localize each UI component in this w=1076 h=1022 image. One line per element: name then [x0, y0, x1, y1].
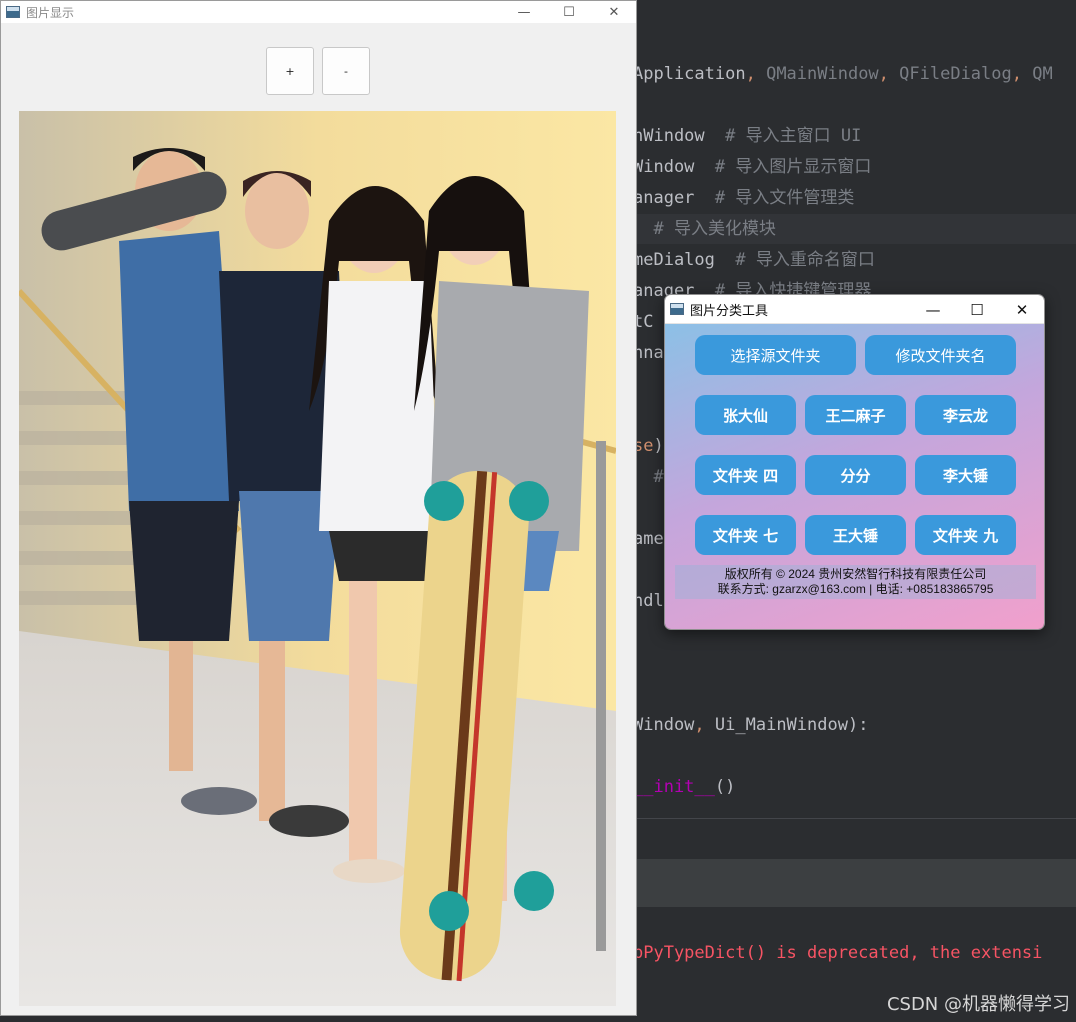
code-token: QFileDialog	[899, 64, 1012, 84]
image-viewer-window: 图片显示 — ☐ ✕ + -	[0, 0, 637, 1016]
code-token: QMainWindow	[766, 64, 879, 84]
code-token: # 导入美化模块	[633, 219, 776, 239]
zoom-in-button[interactable]: +	[266, 47, 314, 95]
classifier-tool-window: 图片分类工具 — ☐ ✕ 选择源文件夹 修改文件夹名 张大仙 王二麻子 李云龙 …	[664, 294, 1045, 630]
maximize-icon[interactable]: ☐	[546, 1, 592, 23]
code-token: # 导入重命名窗口	[714, 250, 875, 270]
code-line: meDialog # 导入重命名窗口	[633, 248, 875, 272]
tool-body: 选择源文件夹 修改文件夹名 张大仙 王二麻子 李云龙 文件夹 四 分分 李大锤 …	[665, 324, 1044, 629]
tool-title: 图片分类工具	[690, 303, 769, 319]
minimize-icon[interactable]: —	[501, 1, 547, 23]
code-line: Window # 导入图片显示窗口	[633, 155, 871, 179]
displayed-photo	[19, 111, 616, 1006]
code-token: ,	[694, 715, 715, 735]
code-token: ,	[878, 64, 900, 84]
folder-button-1[interactable]: 张大仙	[695, 395, 796, 435]
code-token: # 导入图片显示窗口	[694, 157, 872, 177]
rename-folder-button[interactable]: 修改文件夹名	[865, 335, 1016, 375]
code-line: #	[633, 465, 664, 489]
folder-button-6[interactable]: 李大锤	[915, 455, 1016, 495]
code-line: pPyTypeDict() is deprecated, the extensi	[633, 941, 1042, 965]
code-token: ndl	[633, 591, 664, 611]
tool-app-icon	[670, 303, 684, 315]
code-token: Ui_MainWindow	[714, 715, 848, 735]
code-token: nna	[633, 343, 664, 363]
code-token: meDialog	[633, 250, 715, 270]
code-token: #	[633, 467, 664, 487]
code-token: # 导入主窗口 UI	[704, 126, 862, 146]
code-token: nWindow	[633, 126, 705, 146]
tool-titlebar[interactable]: 图片分类工具 — ☐ ✕	[665, 295, 1044, 324]
copyright-text: 版权所有 © 2024 贵州安然智行科技有限责任公司	[724, 567, 987, 581]
code-token: pPyTypeDict() is deprecated, the extensi	[633, 943, 1043, 963]
folder-button-7[interactable]: 文件夹 七	[695, 515, 796, 555]
folder-button-9[interactable]: 文件夹 九	[915, 515, 1016, 555]
code-line: ndl	[633, 589, 664, 613]
close-icon[interactable]: ✕	[591, 1, 637, 23]
code-line: # 导入美化模块	[633, 217, 776, 241]
folder-button-5[interactable]: 分分	[805, 455, 906, 495]
code-line: nna	[633, 341, 664, 365]
code-line: nWindow # 导入主窗口 UI	[633, 124, 861, 148]
code-line: Window, Ui_MainWindow):	[633, 713, 868, 737]
folder-button-8[interactable]: 王大锤	[805, 515, 906, 555]
code-token: ):	[847, 715, 869, 735]
code-token: __init__	[633, 777, 715, 797]
folder-button-4[interactable]: 文件夹 四	[695, 455, 796, 495]
select-source-folder-button[interactable]: 选择源文件夹	[695, 335, 856, 375]
code-line: anager # 导入文件管理类	[633, 186, 854, 210]
code-token: ,	[745, 64, 767, 84]
code-token: ame	[633, 529, 664, 549]
code-line: se)	[633, 434, 664, 458]
viewer-titlebar[interactable]: 图片显示 — ☐ ✕	[1, 1, 636, 23]
folder-button-2[interactable]: 王二麻子	[805, 395, 906, 435]
code-token: ()	[714, 777, 736, 797]
code-token: Window	[633, 157, 695, 177]
code-line: Application, QMainWindow, QFileDialog, Q…	[633, 62, 1053, 86]
copyright-footer: 版权所有 © 2024 贵州安然智行科技有限责任公司 联系方式: gzarzx@…	[675, 565, 1036, 599]
code-token: anager	[633, 188, 695, 208]
code-token: QM	[1032, 64, 1053, 84]
viewer-title: 图片显示	[26, 5, 75, 20]
code-token: )	[653, 436, 664, 456]
code-token: ,	[1011, 64, 1033, 84]
folder-button-3[interactable]: 李云龙	[915, 395, 1016, 435]
watermark: CSDN @机器懒得学习	[886, 994, 1070, 1015]
code-token: Window	[633, 715, 695, 735]
tool-close-icon[interactable]: ✕	[999, 295, 1044, 324]
tool-maximize-icon[interactable]: ☐	[954, 295, 1000, 324]
photo-people-skateboards	[19, 111, 616, 1006]
tool-minimize-icon[interactable]: —	[910, 295, 956, 324]
zoom-out-button[interactable]: -	[322, 47, 370, 95]
code-token: # 导入文件管理类	[694, 188, 855, 208]
code-token: Application	[633, 64, 746, 84]
window-app-icon	[6, 6, 20, 18]
contact-text: 联系方式: gzarzx@163.com | 电话: +085183865795	[717, 582, 994, 596]
code-line: ame	[633, 527, 664, 551]
code-line: __init__()	[633, 775, 735, 799]
